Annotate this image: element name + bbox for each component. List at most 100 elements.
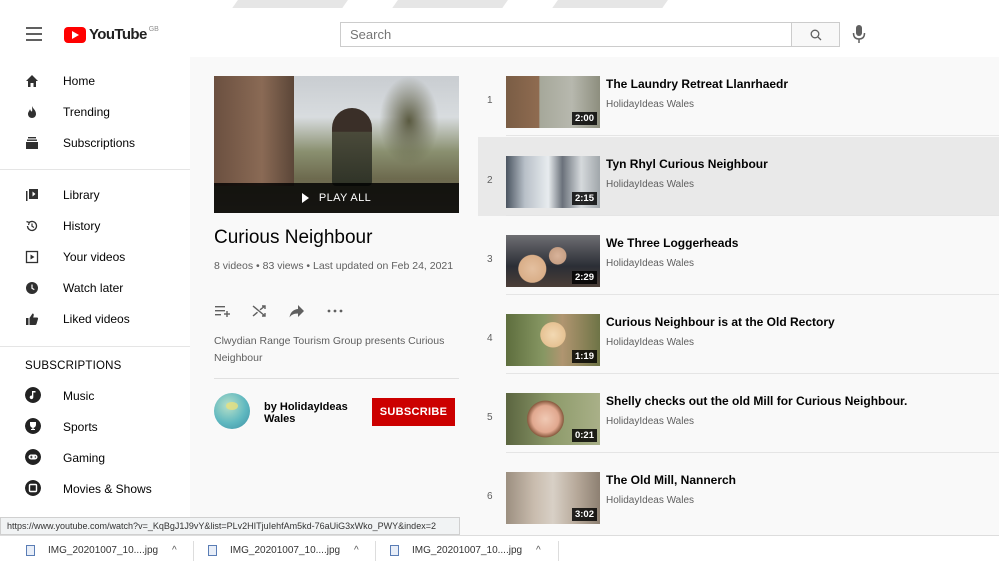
- video-channel[interactable]: HolidayIdeas Wales: [606, 258, 694, 269]
- sidebar-item-gaming[interactable]: Gaming: [0, 443, 190, 473]
- video-title[interactable]: The Old Mill, Nannerch: [606, 473, 736, 487]
- music-icon: [25, 387, 41, 403]
- video-row[interactable]: 1 2:00 The Laundry Retreat Llanrhaedr Ho…: [478, 57, 999, 136]
- playlist-title: Curious Neighbour: [214, 227, 373, 248]
- playlist-thumbnail[interactable]: PLAY ALL: [214, 76, 459, 213]
- video-title[interactable]: We Three Loggerheads: [606, 236, 738, 250]
- video-channel[interactable]: HolidayIdeas Wales: [606, 416, 694, 427]
- image-file-icon: [390, 545, 399, 556]
- video-channel[interactable]: HolidayIdeas Wales: [606, 495, 694, 506]
- download-divider: [558, 541, 559, 561]
- playlist-info-panel: PLAY ALL Curious Neighbour 8 videos • 83…: [190, 57, 478, 517]
- video-index: 5: [487, 412, 493, 423]
- chevron-up-icon[interactable]: ^: [354, 545, 359, 556]
- movies-icon: [25, 480, 41, 496]
- playlist-video-list: 1 2:00 The Laundry Retreat Llanrhaedr Ho…: [478, 57, 999, 524]
- video-title[interactable]: Curious Neighbour is at the Old Rectory: [606, 315, 835, 329]
- chevron-up-icon[interactable]: ^: [536, 545, 541, 556]
- add-to-queue-icon[interactable]: [214, 303, 232, 319]
- sidebar-item-label: Gaming: [63, 451, 106, 465]
- image-file-icon: [26, 545, 35, 556]
- thumbs-up-icon: [26, 313, 39, 325]
- sidebar-item-movies-shows[interactable]: Movies & Shows: [0, 474, 190, 504]
- video-thumbnail[interactable]: 0:21: [506, 393, 600, 445]
- top-strip: [0, 0, 999, 12]
- status-bar-url: https://www.youtube.com/watch?v=_KqBgJ1J…: [0, 517, 460, 535]
- video-thumbnail[interactable]: 3:02: [506, 472, 600, 524]
- search-button[interactable]: [791, 22, 840, 47]
- video-title[interactable]: Tyn Rhyl Curious Neighbour: [606, 157, 768, 171]
- strip-shape: [392, 0, 518, 8]
- download-divider: [375, 541, 376, 561]
- video-thumbnail[interactable]: 1:19: [506, 314, 600, 366]
- more-options-icon[interactable]: [326, 303, 344, 319]
- shuffle-icon[interactable]: [251, 303, 269, 319]
- logo-text: YouTube: [89, 26, 147, 43]
- video-row[interactable]: 2 2:15 Tyn Rhyl Curious Neighbour Holida…: [478, 137, 999, 216]
- subscriptions-heading: SUBSCRIPTIONS: [25, 360, 122, 372]
- video-duration: 3:02: [571, 508, 597, 521]
- video-channel[interactable]: HolidayIdeas Wales: [606, 337, 694, 348]
- video-thumbnail[interactable]: 2:29: [506, 235, 600, 287]
- sidebar-item-label: Trending: [63, 105, 110, 119]
- info-divider: [214, 378, 459, 379]
- gamepad-icon: [25, 449, 41, 465]
- video-row[interactable]: 5 0:21 Shelly checks out the old Mill fo…: [478, 374, 999, 453]
- channel-avatar[interactable]: [214, 393, 250, 429]
- sidebar-divider: [0, 346, 190, 347]
- sidebar-item-sports[interactable]: Sports: [0, 412, 190, 442]
- video-duration: 1:19: [571, 350, 597, 363]
- sidebar-item-trending[interactable]: Trending: [0, 97, 190, 127]
- sidebar-item-subscriptions[interactable]: Subscriptions: [0, 128, 190, 158]
- video-thumbnail[interactable]: 2:00: [506, 76, 600, 128]
- channel-owner-name[interactable]: Wales: [264, 413, 295, 425]
- thumbnail-scene: [379, 76, 439, 166]
- video-index: 4: [487, 333, 493, 344]
- download-item[interactable]: IMG_20201007_10....jpg ^: [26, 544, 186, 560]
- play-all-button[interactable]: PLAY ALL: [214, 183, 459, 213]
- thumbnail-scene: [332, 108, 372, 186]
- chevron-up-icon[interactable]: ^: [172, 545, 177, 556]
- video-duration: 0:21: [571, 429, 597, 442]
- video-row[interactable]: 6 3:02 The Old Mill, Nannerch HolidayIde…: [478, 453, 999, 532]
- video-thumbnail[interactable]: 2:15: [506, 156, 600, 208]
- video-row[interactable]: 3 2:29 We Three Loggerheads HolidayIdeas…: [478, 216, 999, 295]
- playlist-stats: 8 videos • 83 views • Last updated on Fe…: [214, 260, 454, 272]
- subscribe-button[interactable]: SUBSCRIBE: [372, 398, 455, 426]
- sidebar-item-history[interactable]: History: [0, 211, 190, 241]
- menu-icon[interactable]: [26, 27, 42, 41]
- sidebar-item-label: Library: [63, 188, 100, 202]
- sidebar-item-label: Music: [63, 389, 95, 403]
- sidebar: Home Trending Subscriptions Library Hist…: [0, 57, 190, 517]
- clock-icon: [26, 282, 38, 294]
- video-index: 6: [487, 491, 493, 502]
- youtube-logo[interactable]: YouTube GB: [64, 25, 159, 45]
- download-item[interactable]: IMG_20201007_10....jpg ^: [390, 544, 550, 560]
- flame-icon: [28, 106, 36, 118]
- sidebar-item-music[interactable]: Music: [0, 381, 190, 411]
- mic-icon[interactable]: [851, 24, 867, 44]
- sidebar-item-home[interactable]: Home: [0, 66, 190, 96]
- video-channel[interactable]: HolidayIdeas Wales: [606, 99, 694, 110]
- row-divider: [506, 135, 999, 136]
- video-title[interactable]: The Laundry Retreat Llanrhaedr: [606, 77, 788, 91]
- masthead: YouTube GB: [0, 12, 999, 57]
- sidebar-item-library[interactable]: Library: [0, 180, 190, 210]
- channel-owner-by[interactable]: by HolidayIdeas: [264, 401, 348, 413]
- video-row[interactable]: 4 1:19 Curious Neighbour is at the Old R…: [478, 295, 999, 374]
- library-icon: [26, 189, 38, 201]
- playlist-description: Clwydian Range Tourism Group presents Cu…: [214, 335, 445, 364]
- history-icon: [26, 220, 38, 232]
- sidebar-item-your-videos[interactable]: Your videos: [0, 242, 190, 272]
- download-item[interactable]: IMG_20201007_10....jpg ^: [208, 544, 368, 560]
- search-input[interactable]: [340, 22, 791, 47]
- share-icon[interactable]: [288, 303, 306, 319]
- sidebar-item-label: Liked videos: [63, 312, 130, 326]
- video-duration: 2:00: [571, 112, 597, 125]
- sidebar-item-watch-later[interactable]: Watch later: [0, 273, 190, 303]
- sidebar-item-liked-videos[interactable]: Liked videos: [0, 304, 190, 334]
- video-channel[interactable]: HolidayIdeas Wales: [606, 179, 694, 190]
- youtube-play-icon: [64, 27, 86, 43]
- video-title[interactable]: Shelly checks out the old Mill for Curio…: [606, 394, 907, 408]
- play-icon: [301, 193, 309, 203]
